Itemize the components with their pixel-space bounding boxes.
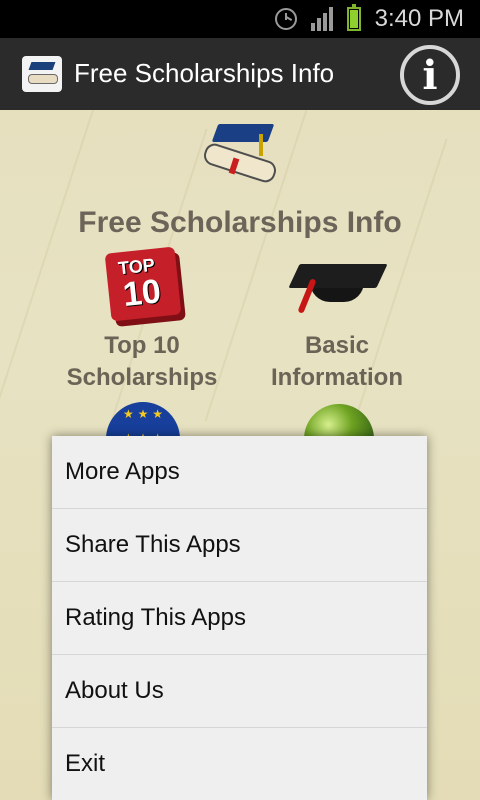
app-title: Free Scholarships Info [74, 58, 335, 88]
tile-label-top10[interactable]: Top 10 Scholarships [60, 330, 224, 394]
diploma-icon [28, 74, 58, 84]
scholarship-logo-icon [201, 122, 279, 190]
options-menu: More Apps Share This Apps Rating This Ap… [52, 436, 427, 800]
info-button[interactable]: i [400, 45, 460, 105]
clock: 3:40 PM [374, 5, 464, 32]
page-title: Free Scholarships Info [78, 206, 402, 239]
status-icons: 3:40 PM [274, 0, 464, 38]
menu-item-rating[interactable]: Rating This Apps [52, 582, 427, 655]
mortarboard-icon [28, 62, 56, 70]
top10-book-icon[interactable]: TOP 10 [104, 246, 182, 322]
signal-icon [310, 7, 333, 31]
alarm-icon [274, 8, 297, 30]
app-icon[interactable] [22, 56, 62, 92]
status-bar: 3:40 PM [0, 0, 480, 38]
menu-item-about-us[interactable]: About Us [52, 655, 427, 728]
action-bar: Free Scholarships Info i [0, 38, 480, 112]
menu-item-more-apps[interactable]: More Apps [52, 436, 427, 509]
menu-item-share[interactable]: Share This Apps [52, 509, 427, 582]
menu-item-exit[interactable]: Exit [52, 728, 427, 800]
top10-icon-number: 10 [121, 272, 163, 315]
tile-label-basic-information[interactable]: Basic Information [262, 330, 412, 394]
graduation-cap-icon[interactable] [288, 250, 388, 324]
battery-icon [346, 4, 361, 31]
